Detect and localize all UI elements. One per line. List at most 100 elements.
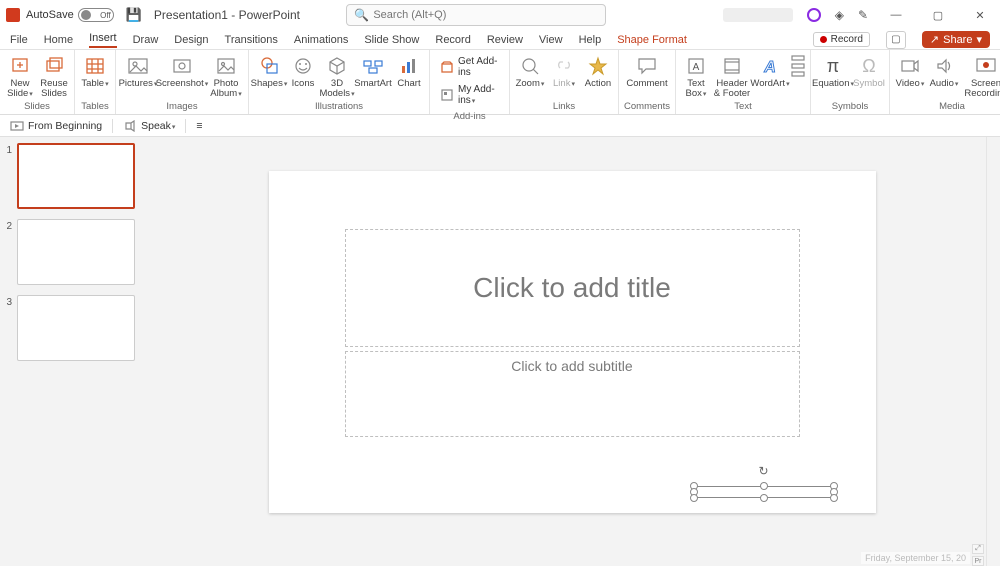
smartart-icon (362, 55, 384, 77)
text-box-button[interactable]: A TextBox (679, 52, 713, 99)
tab-home[interactable]: Home (44, 34, 73, 46)
link-icon (554, 55, 574, 77)
cube-icon (327, 55, 347, 77)
photo-album-icon (215, 55, 237, 77)
sparkle-icon[interactable]: ✎ (858, 8, 868, 22)
zoom-icon (520, 55, 540, 77)
screen-recording-button[interactable]: ScreenRecording (961, 52, 1000, 99)
rotate-handle-icon[interactable]: ↻ (758, 464, 768, 478)
store-icon (441, 61, 453, 73)
menu-tab-bar: File Home Insert Draw Design Transitions… (0, 30, 1000, 50)
resize-handle[interactable] (830, 494, 838, 502)
speak-button[interactable]: Speak (123, 120, 175, 132)
tab-view[interactable]: View (539, 34, 563, 46)
workspace: 1 2 3 Click to add title Click to add su… (0, 137, 1000, 566)
group-images: Pictures Screenshot PhotoAlbum Images (116, 50, 249, 114)
footer-date: Friday, September 15, 20 (861, 552, 970, 564)
group-illustrations: Shapes Icons 3DModels SmartArt Chart Ill… (249, 50, 430, 114)
more-text-icon (791, 55, 805, 77)
reuse-slides-button[interactable]: ReuseSlides (37, 52, 71, 99)
shapes-button[interactable]: Shapes (252, 52, 286, 89)
text-more-button[interactable] (789, 52, 807, 77)
my-addins-button[interactable]: My Add-ins (437, 83, 502, 107)
zoom-fit-icon[interactable]: ⤢ (972, 544, 984, 554)
get-addins-button[interactable]: Get Add-ins (437, 55, 502, 79)
tab-insert[interactable]: Insert (89, 32, 117, 48)
zoom-button[interactable]: Zoom (513, 52, 547, 89)
search-icon: 🔍 (354, 8, 369, 22)
tab-transitions[interactable]: Transitions (225, 34, 278, 46)
svg-text:A: A (693, 62, 700, 73)
3d-models-button[interactable]: 3DModels (320, 52, 354, 99)
resize-handle[interactable] (760, 482, 768, 490)
tab-slideshow[interactable]: Slide Show (364, 34, 419, 46)
window-minimize-button[interactable]: ― (882, 5, 910, 25)
symbol-button[interactable]: Ω Symbol (852, 52, 886, 89)
equation-button[interactable]: π Equation (814, 52, 852, 89)
comment-button[interactable]: Comment (622, 52, 672, 89)
title-placeholder[interactable]: Click to add title (345, 229, 800, 347)
window-restore-button[interactable]: ▢ (924, 5, 952, 25)
pictures-button[interactable]: Pictures (119, 52, 157, 89)
zoom-label: Pr (972, 556, 984, 566)
audio-button[interactable]: Audio (927, 52, 961, 89)
present-dropdown-button[interactable]: ▢ (886, 31, 906, 49)
slide-thumb-2[interactable] (17, 219, 135, 285)
video-icon (900, 55, 920, 77)
zoom-widgets[interactable]: ⤢ Pr (972, 544, 984, 566)
share-button[interactable]: ↗ Share ▾ (922, 31, 990, 48)
thumbnail-2[interactable]: 2 (4, 219, 150, 285)
group-slides: NewSlide ReuseSlides Slides (0, 50, 75, 114)
reuse-slides-icon (44, 55, 64, 77)
tab-design[interactable]: Design (174, 34, 208, 46)
titlebar-right: ◈ ✎ ― ▢ ✕ (723, 5, 994, 25)
group-tables: Table Tables (75, 50, 116, 114)
record-dot-icon (820, 36, 827, 43)
thumbnail-1[interactable]: 1 (4, 143, 150, 209)
resize-handle[interactable] (690, 494, 698, 502)
user-avatar-icon[interactable] (807, 8, 821, 22)
photo-album-button[interactable]: PhotoAlbum (207, 52, 245, 99)
smartart-button[interactable]: SmartArt (354, 52, 392, 89)
tab-help[interactable]: Help (579, 34, 602, 46)
screenshot-button[interactable]: Screenshot (157, 52, 207, 89)
group-addins: Get Add-ins My Add-ins Add-ins (430, 50, 510, 114)
tab-record[interactable]: Record (435, 34, 470, 46)
audio-icon (934, 55, 954, 77)
screenshot-icon (171, 55, 193, 77)
resize-handle[interactable] (760, 494, 768, 502)
slide-thumbnail-panel[interactable]: 1 2 3 (0, 137, 158, 566)
selected-shape[interactable]: ↻ (694, 486, 834, 498)
action-button[interactable]: Action (581, 52, 615, 89)
diamond-icon[interactable]: ◈ (835, 8, 844, 22)
chart-button[interactable]: Chart (392, 52, 426, 89)
slide-canvas[interactable]: Click to add title Click to add subtitle… (269, 171, 876, 513)
slide-editor[interactable]: Click to add title Click to add subtitle… (158, 137, 986, 566)
record-button[interactable]: Record (813, 32, 870, 47)
thumbnail-3[interactable]: 3 (4, 295, 150, 361)
icons-button[interactable]: Icons (286, 52, 320, 89)
qat-overflow-button[interactable]: ≡ (196, 120, 202, 132)
tab-animations[interactable]: Animations (294, 34, 348, 46)
play-icon (10, 120, 24, 132)
subtitle-placeholder[interactable]: Click to add subtitle (345, 351, 800, 437)
save-icon[interactable]: 💾 (126, 7, 142, 23)
slide-thumb-1[interactable] (17, 143, 135, 209)
vertical-scrollbar[interactable] (986, 137, 1000, 566)
header-footer-button[interactable]: Header& Footer (713, 52, 751, 99)
link-button[interactable]: Link (547, 52, 581, 89)
new-slide-button[interactable]: NewSlide (3, 52, 37, 99)
ribbon-insert: NewSlide ReuseSlides Slides Table Tables… (0, 50, 1000, 115)
tab-shape-format[interactable]: Shape Format (617, 34, 687, 46)
tab-file[interactable]: File (10, 34, 28, 46)
table-button[interactable]: Table (78, 52, 112, 89)
from-beginning-button[interactable]: From Beginning (10, 120, 102, 132)
autosave-toggle[interactable]: Off (78, 8, 114, 22)
search-input[interactable] (346, 4, 606, 26)
window-close-button[interactable]: ✕ (966, 5, 994, 25)
slide-thumb-3[interactable] (17, 295, 135, 361)
video-button[interactable]: Video (893, 52, 927, 89)
wordart-button[interactable]: A WordArt (751, 52, 789, 89)
tab-draw[interactable]: Draw (133, 34, 159, 46)
tab-review[interactable]: Review (487, 34, 523, 46)
